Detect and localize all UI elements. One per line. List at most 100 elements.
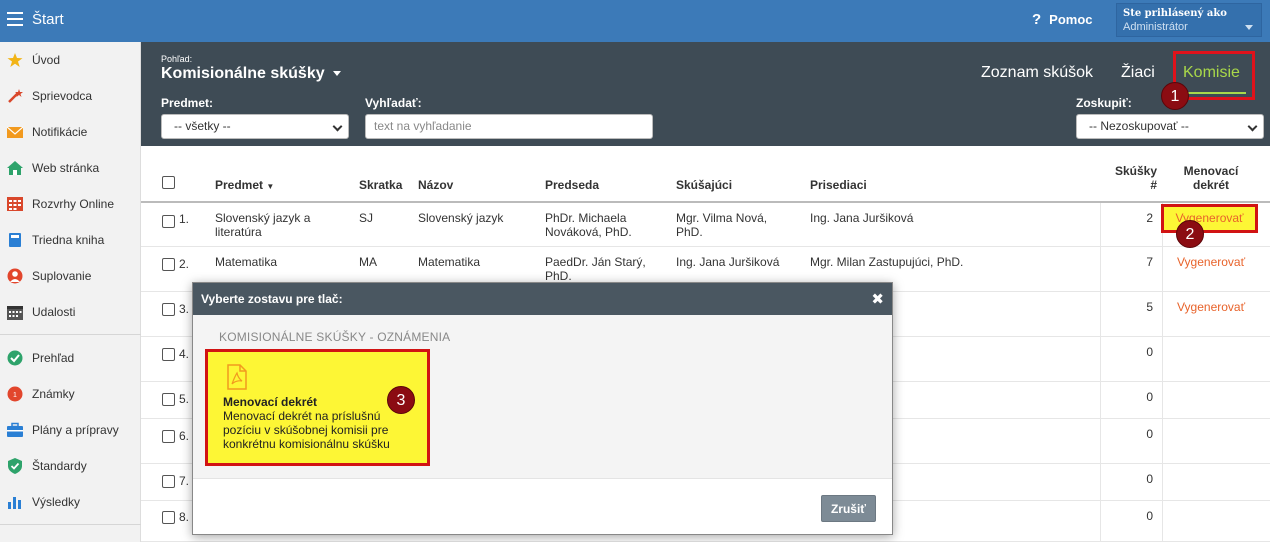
sidebar-item-label: Rozvrhy Online [32,197,115,211]
print-report-dialog: Vyberte zostavu pre tlač: ✖ KOMISIONÁLNE… [192,282,893,535]
generate-link-highlight[interactable]: Vygenerovať [1161,204,1258,233]
subject-filter-label: Predmet: [161,96,214,110]
help-link[interactable]: ? Pomoc [1032,11,1093,28]
row-number: 1. [179,212,190,226]
row-number: 5. [179,392,190,406]
header-skusky: Skúšky # [1107,164,1157,192]
group-label: Zoskupiť: [1076,96,1132,110]
person-icon [7,268,23,284]
help-label: Pomoc [1049,12,1093,27]
wand-icon [8,89,23,103]
row-number: 2. [179,257,190,271]
sidebar-item-uvod[interactable]: Úvod [0,45,141,75]
header-predmet[interactable]: Predmet ▼ [215,178,274,192]
sidebar-item-label: Notifikácie [32,125,88,139]
sidebar-item-vysledky[interactable]: Výsledky [0,487,141,517]
dialog-title: Vyberte zostavu pre tlač: [201,292,343,306]
sort-down-icon: ▼ [266,182,275,191]
row-checkbox[interactable] [162,258,175,271]
header-dekret-line2: dekrét [1192,178,1230,192]
row-checkbox[interactable] [162,348,175,361]
row-checkbox[interactable] [162,430,175,443]
table-row[interactable]: 1. Slovenský jazyk a literatúra SJ Slove… [141,204,1270,247]
sidebar-item-prehlad[interactable]: Prehľad [0,343,141,373]
sidebar-divider [0,334,141,335]
sidebar-item-znamky[interactable]: 1 Známky [0,379,141,409]
row-checkbox[interactable] [162,511,175,524]
grades-icon: 1 [7,386,23,402]
cell-skratka: SJ [359,211,374,225]
cell-predseda: PaedDr. Ján Starý, PhD. [545,255,646,283]
row-number: 7. [179,474,190,488]
close-icon[interactable]: ✖ [871,290,884,308]
search-input[interactable]: text na vyhľadanie [365,114,653,139]
cell-skratka: MA [359,255,377,269]
select-all-checkbox[interactable] [162,176,175,189]
view-header: Pohľad: Komisionálne skúšky Zoznam skúšo… [141,42,1270,146]
header-dekret: Menovací dekrét [1171,164,1251,192]
sidebar-item-label: Udalosti [32,305,76,319]
report-card-title: Menovací dekrét [223,395,318,409]
cancel-button[interactable]: Zrušiť [821,495,876,522]
cell-count: 0 [1146,472,1153,486]
sidebar-item-label: Sprievodca [32,89,93,103]
cell-predmet: Matematika [215,255,278,269]
group-value: -- Nezoskupovať -- [1089,119,1189,133]
pdf-icon [227,364,247,390]
header-predmet-label: Predmet [215,178,264,192]
sidebar-item-label: Suplovanie [32,269,92,283]
header-dekret-line1: Menovací [1183,164,1239,178]
sidebar-item-suplovanie[interactable]: Suplovanie [0,261,141,291]
tab-zoznam-skusok[interactable]: Zoznam skúšok [981,64,1093,82]
cell-count: 0 [1146,345,1153,359]
sidebar-item-label: Výsledky [32,495,81,509]
row-number: 8. [179,510,190,524]
generate-link[interactable]: Vygenerovať [1177,255,1245,269]
start-link[interactable]: Štart [32,11,64,28]
sidebar-item-plany[interactable]: Plány a prípravy [0,415,141,445]
header-skratka: Skratka [359,178,403,192]
sidebar-item-sprievodca[interactable]: Sprievodca [0,81,141,111]
view-title: Komisionálne skúšky [161,65,325,82]
row-checkbox[interactable] [162,393,175,406]
cell-prisediaci: Ing. Jana Juršiková [810,211,914,225]
user-name: Administrátor [1123,21,1188,33]
chevron-down-icon [332,71,341,77]
cell-skusajuci: Ing. Jana Juršiková [676,255,780,269]
check-circle-icon [7,350,23,366]
sidebar-item-triedna-kniha[interactable]: Triedna kniha [0,225,141,255]
chevron-down-icon [1247,121,1258,132]
cell-skusajuci: Mgr. Vilma Nová, PhD. [676,211,768,239]
sidebar-item-label: Známky [32,387,75,401]
subject-filter-select[interactable]: -- všetky -- [161,114,349,139]
bar-chart-icon [8,497,21,509]
annotation-badge-1: 1 [1161,82,1189,110]
row-checkbox[interactable] [162,475,175,488]
envelope-icon [7,126,23,138]
search-label: Vyhľadať: [365,96,422,110]
sidebar-item-standardy[interactable]: Štandardy [0,451,141,481]
user-menu[interactable]: Ste prihlásený ako Administrátor [1116,3,1262,37]
home-icon [7,161,23,175]
menu-icon[interactable] [7,12,23,26]
sidebar-item-udalosti[interactable]: Udalosti [0,297,141,327]
tab-ziaci[interactable]: Žiaci [1121,64,1155,82]
calendar-icon [7,306,23,320]
cell-count: 7 [1146,255,1153,269]
row-checkbox[interactable] [162,215,175,228]
top-bar: Štart ? Pomoc Ste prihlásený ako Administ… [0,0,1270,42]
view-selector[interactable]: Komisionálne skúšky [161,65,341,83]
row-checkbox[interactable] [162,303,175,316]
annotation-badge-3: 3 [387,386,415,414]
chevron-down-icon [1245,25,1253,30]
group-select[interactable]: -- Nezoskupovať -- [1076,114,1264,139]
sidebar-item-notifikacie[interactable]: Notifikácie [0,117,141,147]
table-header: Predmet ▼ Skratka Názov Predseda Skúšajú… [141,155,1270,203]
dialog-body: KOMISIONÁLNE SKÚŠKY - OZNÁMENIA Menovací… [193,315,892,478]
cell-count: 0 [1146,509,1153,523]
sidebar-item-rozvrhy[interactable]: Rozvrhy Online [0,189,141,219]
sidebar-item-web-stranka[interactable]: Web stránka [0,153,141,183]
header-skusky-line2: # [1150,178,1157,192]
timetable-icon [7,197,23,211]
generate-link[interactable]: Vygenerovať [1177,300,1245,314]
